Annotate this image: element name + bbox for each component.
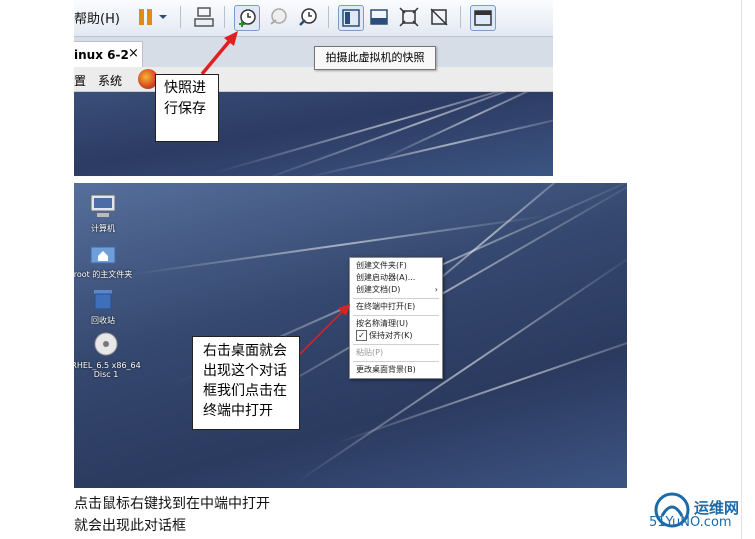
send-keys-icon[interactable]	[192, 5, 216, 29]
menu-item-create-launcher[interactable]: 创建启动器(A)...	[350, 272, 442, 284]
desktop-context-menu: 创建文件夹(F) 创建启动器(A)... 创建文档(D) › 在终端中打开(E) …	[349, 257, 443, 379]
vm-toolbar: 帮助(H)	[74, 0, 553, 37]
vm-tab[interactable]: inux 6-2 ×	[74, 41, 143, 68]
toolbar-separator	[180, 6, 181, 28]
menu-separator	[353, 361, 439, 362]
red-arrow-icon	[299, 304, 350, 355]
trash-icon	[74, 287, 138, 313]
toolbar-separator	[224, 6, 225, 28]
checkmark-icon: ✓	[356, 330, 367, 341]
disc-icon	[74, 331, 144, 359]
menu-separator	[353, 298, 439, 299]
menu-item-keep-aligned[interactable]: ✓ 保持对齐(K)	[350, 330, 442, 342]
desktop-icon-label: 计算机	[91, 224, 115, 233]
desktop-icon-trash[interactable]: 回收站	[74, 287, 138, 326]
terminal-callout: 右击桌面就会出现这个对话框我们点击在终端中打开	[192, 336, 300, 430]
close-icon[interactable]: ×	[128, 46, 139, 61]
quick-switch-icon[interactable]	[367, 5, 391, 29]
desktop-icon-computer[interactable]: 计算机	[74, 193, 138, 234]
menu-item-open-terminal[interactable]: 在终端中打开(E)	[350, 301, 442, 313]
chevron-down-icon[interactable]	[156, 5, 170, 29]
guest-menu-item-system[interactable]: 系统	[98, 72, 122, 89]
menu-item-change-background[interactable]: 更改桌面背景(B)	[350, 364, 442, 376]
vm-tab-label: inux 6-2	[74, 48, 129, 62]
caption-line-2: 就会出现此对话框	[74, 518, 186, 534]
caption-line-1: 点击鼠标右键找到在中端中打开	[74, 496, 270, 512]
computer-icon	[74, 193, 138, 221]
snapshot-manager-icon[interactable]	[296, 5, 320, 29]
guest-menu-item-places[interactable]: 置	[74, 72, 86, 89]
vm-window-screenshot: 帮助(H) inux 6-2 × 置 系统 拍摄此虚拟机的快照	[74, 0, 553, 176]
unity-icon[interactable]	[427, 5, 451, 29]
desktop-icon-home[interactable]: root 的主文件夹	[74, 241, 138, 280]
red-arrow-icon	[200, 31, 238, 76]
fullscreen-icon[interactable]	[397, 5, 421, 29]
page-edge-line	[741, 0, 742, 539]
thumbnail-view-icon[interactable]	[470, 5, 496, 31]
desktop-icon-disc[interactable]: RHEL_6.5 x86_64 Disc 1	[74, 331, 144, 379]
menu-item-create-folder[interactable]: 创建文件夹(F)	[350, 260, 442, 272]
pause-icon[interactable]	[134, 5, 158, 29]
guest-menu-bar: 置 系统	[74, 67, 553, 92]
desktop-icon-label: RHEL_6.5 x86_64 Disc 1	[74, 361, 141, 379]
desktop-icon-label: root 的主文件夹	[74, 270, 133, 279]
watermark-sub: 51YuNO.com	[649, 515, 732, 530]
snapshot-callout: 快照进行保存	[155, 74, 219, 142]
snapshot-tooltip: 拍摄此虚拟机的快照	[314, 46, 436, 70]
guest-desktop-background	[74, 92, 553, 176]
toolbar-separator	[460, 6, 461, 28]
menu-item-create-document[interactable]: 创建文档(D) ›	[350, 284, 442, 296]
home-folder-icon	[74, 241, 138, 267]
menu-item-clean-up-by-name[interactable]: 按名称清理(U)	[350, 318, 442, 330]
desktop-icon-label: 回收站	[91, 316, 115, 325]
chevron-right-icon: ›	[434, 285, 438, 294]
console-view-icon[interactable]	[338, 5, 364, 31]
wallpaper-streak	[253, 92, 553, 176]
snapshot-revert-icon[interactable]	[266, 5, 290, 29]
menu-separator	[353, 315, 439, 316]
menu-item-paste[interactable]: 粘贴(P)	[350, 347, 442, 359]
menu-separator	[353, 344, 439, 345]
toolbar-separator	[328, 6, 329, 28]
menu-help[interactable]: 帮助(H)	[74, 8, 120, 27]
